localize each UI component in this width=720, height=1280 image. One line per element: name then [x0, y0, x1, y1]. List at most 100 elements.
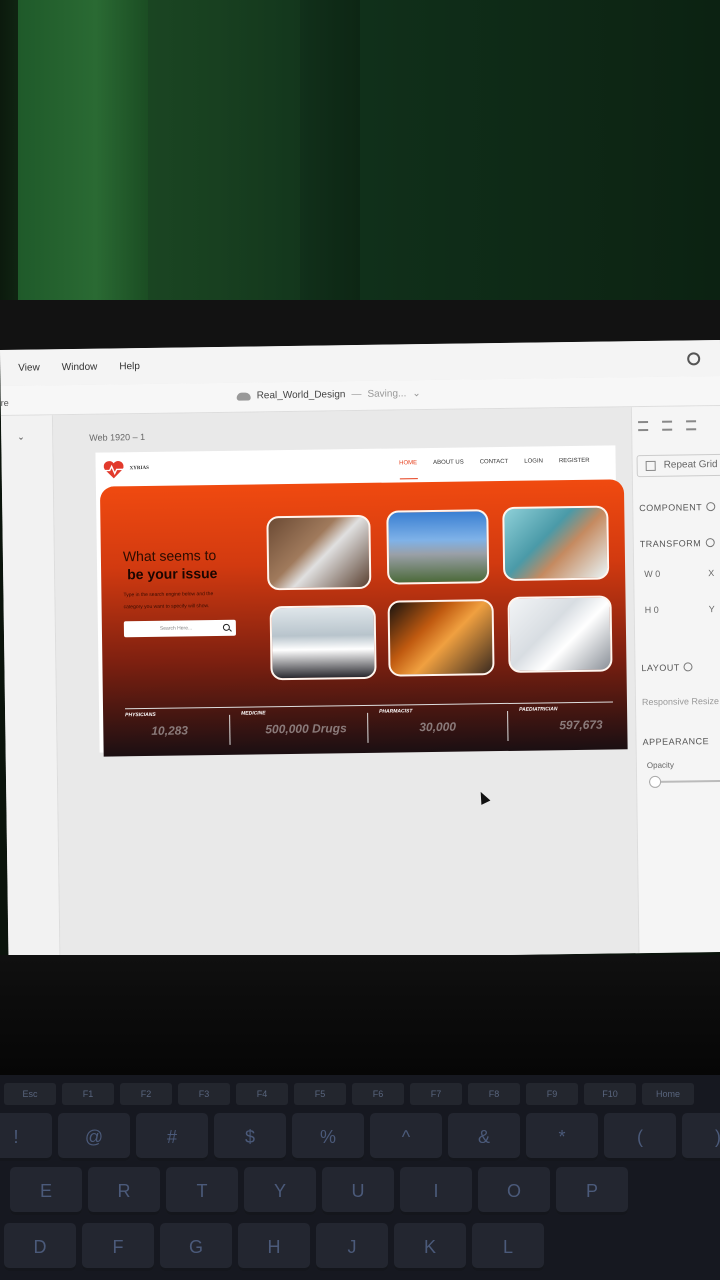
stat-label: PHYSICIANS — [125, 711, 156, 719]
align-top-icon[interactable] — [638, 420, 649, 432]
key-f: F — [82, 1223, 154, 1271]
key-f7: F7 — [410, 1083, 462, 1105]
key-o: O — [478, 1167, 550, 1215]
repeat-grid-label: Repeat Grid — [663, 458, 718, 471]
artboard[interactable]: XYRIAS HOME ABOUT US CONTACT LOGIN REGIS… — [95, 445, 628, 757]
nav-home[interactable]: HOME — [399, 460, 418, 480]
nav-register[interactable]: REGISTER — [559, 458, 590, 477]
stat-value: 10,283 — [151, 723, 189, 738]
stat-separator — [507, 710, 509, 741]
key-g: G — [160, 1223, 232, 1271]
responsive-resize-toggle[interactable]: Responsive Resize — [642, 696, 719, 707]
design-canvas[interactable]: Web 1920 – 1 XYRIAS HOME ABOUT US CONTAC… — [52, 407, 639, 962]
transform-section: TRANSFORM — [640, 538, 715, 549]
key-f9: F9 — [526, 1083, 578, 1105]
key: * — [526, 1113, 598, 1161]
hero-search-input[interactable]: Search Here... — [123, 619, 237, 638]
key: @ — [58, 1113, 130, 1161]
component-heading: COMPONENT — [639, 502, 703, 514]
key: % — [292, 1113, 364, 1161]
opacity-slider-knob[interactable] — [649, 775, 662, 788]
number-key-row: ! @ # $ % ^ & * ( ) — [0, 1113, 720, 1161]
x-label: X — [708, 568, 715, 579]
chevron-down-icon[interactable]: ⌄ — [17, 432, 25, 443]
grid-icon — [645, 460, 656, 471]
key-f2: F2 — [120, 1083, 172, 1105]
y-label: Y — [708, 604, 715, 615]
stat-label: PHARMACIST — [379, 708, 413, 715]
width-field[interactable]: W 0 — [644, 569, 660, 579]
artboard-label[interactable]: Web 1920 – 1 — [89, 432, 145, 443]
key-u: U — [322, 1167, 394, 1215]
nav-about-us[interactable]: ABOUT US — [433, 460, 464, 479]
align-middle-icon[interactable] — [662, 420, 673, 431]
stressed-doctor-photo — [507, 595, 613, 673]
key-d: D — [4, 1223, 76, 1271]
key-i: I — [400, 1167, 472, 1215]
middle-letter-row: D F G H J K L — [4, 1223, 544, 1271]
key-f6: F6 — [352, 1083, 404, 1105]
nav-contact[interactable]: CONTACT — [480, 459, 509, 478]
transform-heading: TRANSFORM — [639, 538, 702, 550]
property-inspector: Repeat Grid COMPONENT TRANSFORM W 0 X H … — [630, 405, 720, 954]
opacity-label: Opacity — [646, 760, 675, 771]
key-l: L — [472, 1223, 544, 1271]
save-status: Saving... — [367, 388, 407, 400]
height-label: H — [644, 604, 652, 616]
stat-separator — [229, 714, 231, 745]
hero-title-line-1: What seems to — [122, 547, 217, 565]
menu-item-help[interactable]: Help — [119, 361, 140, 372]
user-icon[interactable] — [687, 352, 701, 366]
menu-item-window[interactable]: Window — [62, 361, 98, 372]
hero-description-line-2: category you want to specify will show. — [123, 603, 210, 611]
key-f3: F3 — [178, 1083, 230, 1105]
cursor-icon — [476, 789, 491, 805]
layout-section: LAYOUT — [641, 662, 693, 673]
key: ! — [0, 1113, 52, 1161]
site-nav: XYRIAS HOME ABOUT US CONTACT LOGIN REGIS… — [95, 445, 615, 484]
document-name: Real_World_Design — [256, 389, 346, 402]
hospital-building-photo — [386, 509, 490, 585]
keyboard: Esc F1 F2 F3 F4 F5 F6 F7 F8 F9 F10 Home … — [0, 1075, 720, 1280]
document-title[interactable]: Real_World_Design — Saving... ⌄ — [236, 388, 421, 402]
truncated-menu-text: re — [0, 397, 9, 408]
chevron-down-icon[interactable]: ⌄ — [412, 388, 421, 399]
title-separator: — — [351, 388, 362, 401]
dental-patient-photo — [502, 505, 610, 581]
hero-description-line-1: Type in the search engine below and the — [123, 591, 214, 599]
key-p: P — [556, 1167, 628, 1215]
key-f5: F5 — [294, 1083, 346, 1105]
appearance-heading: APPEARANCE — [642, 736, 710, 748]
logo-text: XYRIAS — [129, 465, 149, 472]
key-h: H — [238, 1223, 310, 1271]
width-value: 0 — [655, 568, 661, 579]
search-icon[interactable] — [222, 623, 230, 631]
wall-door — [300, 0, 360, 300]
height-field[interactable]: H 0 — [645, 605, 659, 615]
nav-login[interactable]: LOGIN — [524, 458, 543, 477]
stat-value: 597,673 — [559, 717, 603, 733]
stat-separator — [367, 712, 369, 743]
info-icon[interactable] — [683, 662, 693, 672]
key: $ — [214, 1113, 286, 1161]
key: ( — [604, 1113, 676, 1161]
info-icon[interactable] — [705, 538, 715, 548]
key: # — [136, 1113, 208, 1161]
repeat-grid-button[interactable]: Repeat Grid — [636, 453, 720, 478]
function-key-row: Esc F1 F2 F3 F4 F5 F6 F7 F8 F9 F10 Home — [4, 1083, 694, 1105]
key: ) — [682, 1113, 720, 1161]
pharmacists-photo — [269, 604, 377, 681]
search-placeholder: Search Here... — [159, 625, 193, 632]
height-value: 0 — [653, 604, 659, 615]
opacity-slider[interactable] — [649, 775, 720, 788]
hero-title-line-2: be your issue — [127, 564, 218, 583]
key-f8: F8 — [468, 1083, 520, 1105]
pill-bottles-photo — [387, 599, 495, 677]
info-icon[interactable] — [706, 502, 716, 512]
key-y: Y — [244, 1167, 316, 1215]
menu-item-view[interactable]: View — [18, 362, 40, 373]
laptop-bezel-bottom — [0, 955, 720, 1075]
key-t: T — [166, 1167, 238, 1215]
align-bottom-icon[interactable] — [686, 420, 697, 431]
key-f4: F4 — [236, 1083, 288, 1105]
